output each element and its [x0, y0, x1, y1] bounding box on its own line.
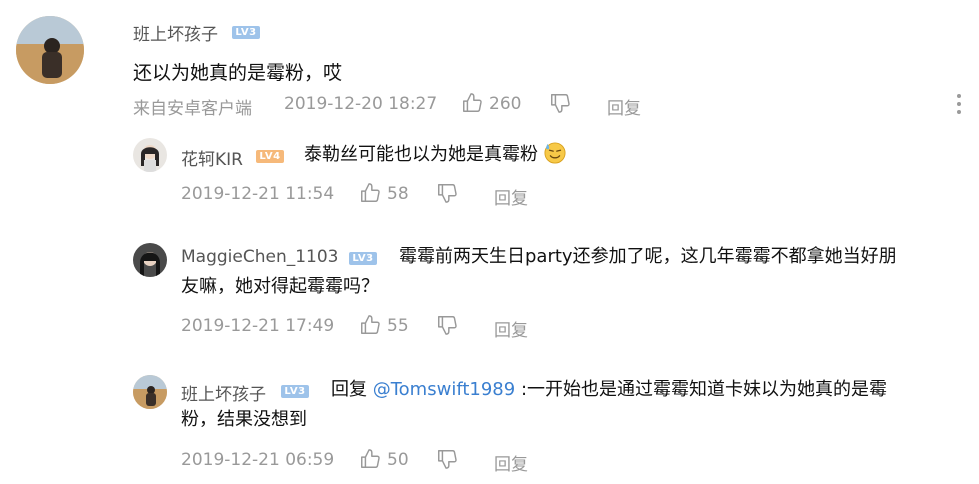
like-count: 55 [387, 316, 409, 336]
dislike-button[interactable] [436, 182, 458, 204]
level-badge: LV3 [281, 385, 309, 398]
thumbs-down-icon [438, 316, 457, 335]
avatar-main[interactable] [16, 16, 84, 84]
avatar-reply-3[interactable] [133, 375, 167, 409]
reply-time: 2019-12-21 11:54 [181, 184, 335, 204]
like-count: 50 [387, 450, 409, 470]
like-button[interactable] [359, 448, 381, 470]
username[interactable]: 班上坏孩子 [181, 380, 266, 405]
thumbs-up-icon [361, 315, 380, 334]
reply-prefix: 回复 [331, 379, 367, 400]
thumbs-down-icon [438, 184, 457, 203]
username[interactable]: 花轲KIR [181, 145, 243, 170]
reply-text-content: :一开始也是通过霉霉知道卡妹以为她真的是霉 [520, 379, 888, 400]
username[interactable]: MaggieChen_1103 [181, 247, 339, 267]
reply-text-line-1: 回复 @Tomswift1989 :一开始也是通过霉霉知道卡妹以为她真的是霉 [331, 375, 887, 405]
level-badge: LV4 [256, 150, 284, 163]
comment-source: 来自安卓客户端 [133, 99, 252, 119]
level-badge: LV3 [232, 26, 260, 39]
reply-text: 泰勒丝可能也以为她是真霉粉 [304, 140, 566, 170]
reply-time: 2019-12-21 17:49 [181, 316, 335, 336]
sweat-emoji-icon [544, 142, 566, 164]
like-count: 58 [387, 184, 409, 204]
reply-button[interactable]: 回复 [494, 184, 528, 209]
thumbs-up-icon [361, 183, 380, 202]
thumbs-up-icon [463, 93, 482, 112]
reply-button[interactable]: 回复 [494, 316, 528, 341]
like-button[interactable] [359, 314, 381, 336]
level-badge: LV3 [349, 252, 377, 265]
more-vertical-icon[interactable] [954, 94, 964, 120]
dislike-button[interactable] [436, 314, 458, 336]
username[interactable]: 班上坏孩子 [133, 20, 218, 45]
avatar-reply-1[interactable] [133, 138, 167, 172]
thumbs-up-icon [361, 449, 380, 468]
reply-button[interactable]: 回复 [607, 94, 641, 119]
comment-text: 还以为她真的是霉粉，哎 [133, 62, 343, 84]
avatar-reply-2[interactable] [133, 243, 167, 277]
reply-text-line-2: 粉，结果没想到 [181, 409, 307, 430]
mention-link[interactable]: @Tomswift1989 [373, 379, 515, 400]
reply-button[interactable]: 回复 [494, 450, 528, 475]
like-button[interactable] [359, 182, 381, 204]
like-count: 260 [489, 94, 522, 114]
reply-text-line-2: 友嘛，她对得起霉霉吗？ [181, 276, 379, 297]
like-button[interactable] [461, 92, 483, 114]
reply-text-line-1: 霉霉前两天生日party还参加了呢，这几年霉霉不都拿她当好朋 [399, 246, 897, 267]
reply-text-content: 泰勒丝可能也以为她是真霉粉 [304, 144, 538, 165]
dislike-button[interactable] [549, 92, 571, 114]
thumbs-down-icon [551, 94, 570, 113]
dislike-button[interactable] [436, 448, 458, 470]
thumbs-down-icon [438, 450, 457, 469]
reply-time: 2019-12-21 06:59 [181, 450, 335, 470]
comment-time: 2019-12-20 18:27 [284, 94, 438, 114]
